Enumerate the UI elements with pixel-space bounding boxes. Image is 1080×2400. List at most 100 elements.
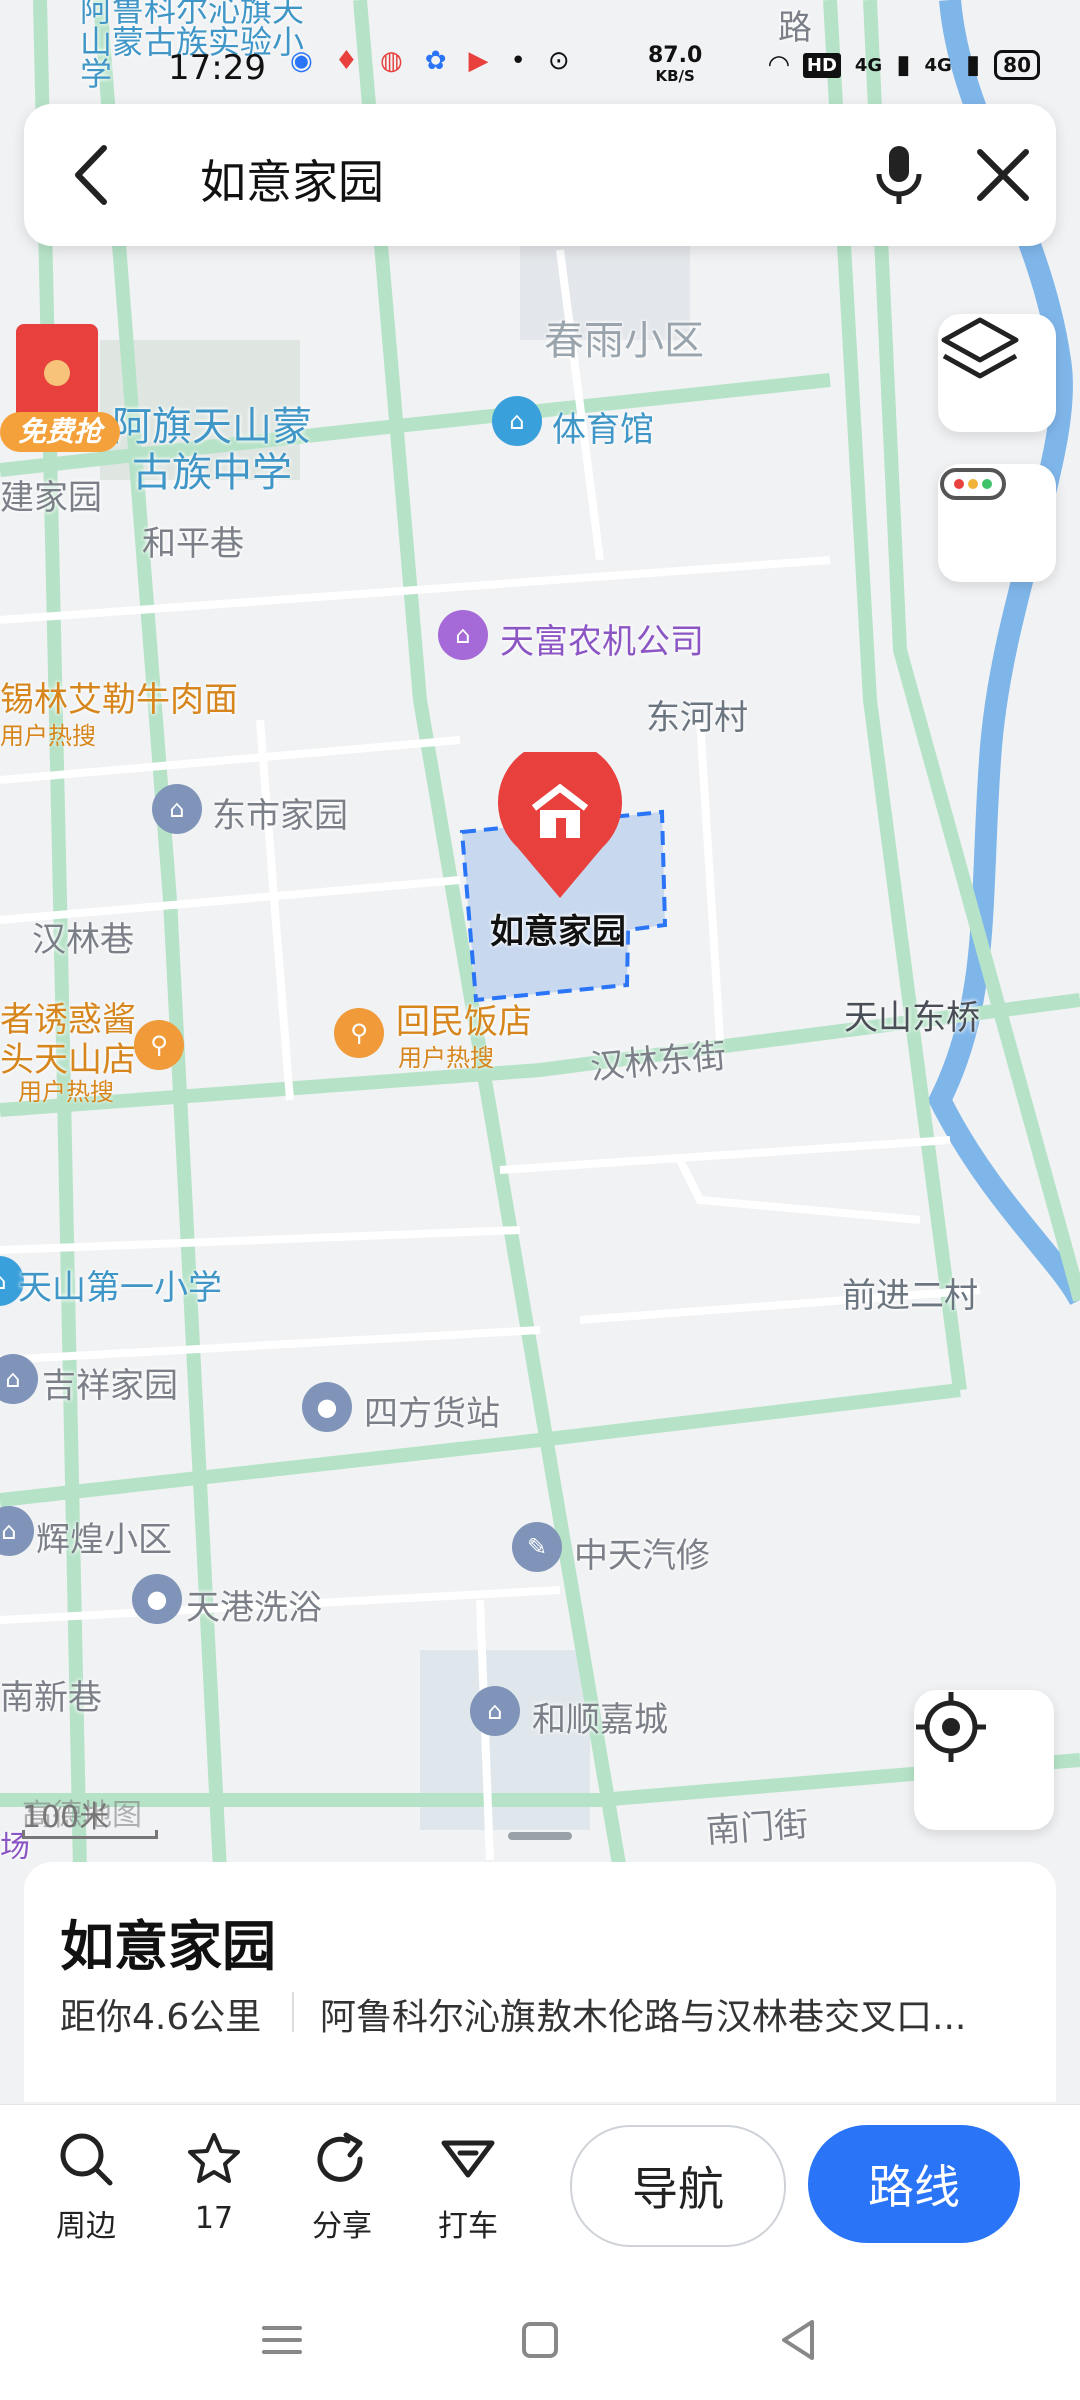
share-label: 分享 (312, 2209, 372, 2244)
place-distance: 距你4.6公里 (60, 1997, 262, 2038)
wrench-icon[interactable]: ✎ (512, 1522, 562, 1572)
layers-icon (941, 317, 1019, 379)
residence-icon[interactable]: ⌂ (152, 784, 202, 834)
signal-label-1: 4G (854, 54, 883, 76)
red-envelope-icon (16, 324, 98, 424)
area-label-chunyu: 春雨小区 (544, 318, 704, 364)
navigate-button[interactable]: 导航 (570, 2125, 786, 2247)
place-card[interactable]: 如意家园 距你4.6公里 阿鲁科尔沁旗敖木伦路与汉林巷交叉口... (24, 1862, 1056, 2102)
stadium-icon[interactable]: ⌂ (492, 396, 542, 446)
battery-icon: 80 (994, 50, 1040, 80)
signal-label-2: 4G (924, 54, 952, 76)
road-label-nanxin: 南新巷 (0, 1678, 102, 1718)
residence-icon[interactable]: ⌂ (470, 1686, 520, 1736)
poi-label-tiyuguan[interactable]: 体育馆 (552, 402, 654, 451)
red-packet-promo[interactable]: 免费抢 (0, 320, 130, 460)
nearby-label: 周边 (56, 2209, 116, 2244)
road-label-nanmen: 南门街 (704, 1804, 810, 1852)
shop-icon[interactable]: ⌂ (438, 610, 488, 660)
location-pin-icon[interactable]: ● (132, 1574, 182, 1624)
location-app-icon: ♦ (334, 46, 358, 76)
poi-label-xilin[interactable]: 锡林艾勒牛肉面 (0, 672, 238, 721)
signal-1-icon: ▮ (896, 50, 911, 80)
notification-icons: ◉ ♦ ◍ ✿ ▶ • ⊙ (290, 46, 570, 76)
taxi-button[interactable]: 打车 (418, 2129, 518, 2245)
road-label-heping: 和平巷 (142, 524, 244, 564)
taxi-label: 打车 (438, 2209, 498, 2244)
poi-label-huimin[interactable]: 回民饭店 (396, 994, 532, 1043)
hd-badge: HD (802, 52, 841, 78)
drag-handle[interactable] (508, 1832, 572, 1840)
layers-button[interactable] (938, 314, 1056, 432)
home-icon[interactable] (510, 2310, 570, 2370)
microphone-icon[interactable] (864, 140, 934, 210)
wifi-icon: ◠ (768, 50, 789, 80)
search-bar[interactable]: 如意家园 (24, 104, 1056, 246)
red-packet-label: 免费抢 (0, 412, 120, 452)
close-icon[interactable] (968, 140, 1038, 210)
signal-2-icon: ▮ (965, 50, 981, 80)
school-label-middle-2: 古族中学 (132, 450, 292, 496)
status-bar: 17:29 ◉ ♦ ◍ ✿ ▶ • ⊙ 87.0 KB/S ◠ HD 4G ▮ … (0, 30, 1080, 100)
marker-label[interactable]: 如意家园 (490, 904, 626, 953)
location-icon: ⊙ (547, 46, 570, 76)
action-bar: 周边 17 分享 打车 导航 路线 (0, 2104, 1080, 2269)
poi-label-heshun[interactable]: 和顺嘉城 (532, 1692, 668, 1741)
back-icon[interactable] (768, 2310, 828, 2370)
poi-sub-xilin: 用户热搜 (0, 722, 96, 750)
area-label-qianjin: 前进二村 (842, 1276, 978, 1316)
map-watermark: 高德地图 (22, 1798, 142, 1833)
baidu-app-icon: ✿ (424, 46, 447, 76)
status-right-icons: ◠ HD 4G ▮ 4G ▮ 80 (769, 50, 1040, 80)
divider (292, 1992, 294, 2032)
menu-icon[interactable] (252, 2310, 312, 2370)
poi-label-huihuang[interactable]: 辉煌小区 (36, 1512, 172, 1561)
app-notification-icon: ◉ (290, 46, 313, 76)
selected-location-marker[interactable] (496, 752, 624, 902)
poi-label-sifang[interactable]: 四方货站 (364, 1386, 500, 1435)
traffic-icon (940, 468, 1006, 500)
road-label-hanlin-lane: 汉林巷 (32, 920, 134, 960)
area-label-donghe: 东河村 (646, 698, 748, 738)
place-title: 如意家园 (60, 1915, 276, 1978)
poi-sub-zhe: 用户热搜 (18, 1078, 114, 1106)
crosshair-icon (916, 1692, 986, 1762)
poi-label-dongshi[interactable]: 东市家园 (212, 788, 348, 837)
share-button[interactable]: 分享 (292, 2129, 392, 2245)
nearby-button[interactable]: 周边 (36, 2129, 136, 2245)
net-speed-value: 87.0 (648, 43, 703, 68)
status-time: 17:29 (168, 48, 266, 88)
route-button[interactable]: 路线 (808, 2125, 1020, 2243)
search-query[interactable]: 如意家园 (200, 146, 384, 212)
dot-icon: • (510, 46, 526, 76)
system-navigation-bar (0, 2268, 1080, 2400)
scale-bar (22, 1830, 158, 1839)
map-canvas[interactable]: 路 阿鲁科尔沁旗天山蒙古族实验小学 春雨小区 ⌂ 体育馆 阿旗天山蒙 古族中学 … (0, 0, 1080, 1870)
battery-level: 80 (1003, 53, 1031, 77)
area-label-jianjiayuan: 建家园 (0, 478, 102, 518)
poi-label-tiangang[interactable]: 天港洗浴 (186, 1580, 322, 1629)
favorite-button[interactable]: 17 (164, 2129, 264, 2236)
road-label-tianshan-bridge: 天山东桥 (844, 998, 980, 1038)
restaurant-icon[interactable]: ⚲ (334, 1008, 384, 1058)
poi-sub-huimin: 用户热搜 (398, 1044, 494, 1072)
favorite-count: 17 (194, 2201, 234, 2236)
taxi-icon (441, 2140, 495, 2178)
video-app-icon: ▶ (468, 46, 489, 76)
back-arrow-icon[interactable] (64, 140, 124, 210)
poi-label-tianfu[interactable]: 天富农机公司 (500, 614, 704, 663)
net-speed-unit: KB/S (655, 67, 695, 85)
poi-label-zhongtian[interactable]: 中天汽修 (574, 1528, 710, 1577)
music-app-icon: ◍ (380, 46, 403, 76)
locate-me-button[interactable] (914, 1690, 1054, 1830)
poi-label-jixiang[interactable]: 吉祥家园 (42, 1358, 178, 1407)
net-speed: 87.0 KB/S (648, 43, 703, 86)
restaurant-icon[interactable]: ⚲ (134, 1020, 184, 1070)
search-icon (60, 2133, 113, 2186)
share-icon (317, 2132, 363, 2182)
star-icon (188, 2133, 240, 2183)
location-pin-icon[interactable]: ● (302, 1382, 352, 1432)
place-address: 阿鲁科尔沁旗敖木伦路与汉林巷交叉口... (320, 1997, 967, 2038)
poi-label-first-school[interactable]: 天山第一小学 (18, 1260, 222, 1309)
traffic-button[interactable] (938, 464, 1056, 582)
